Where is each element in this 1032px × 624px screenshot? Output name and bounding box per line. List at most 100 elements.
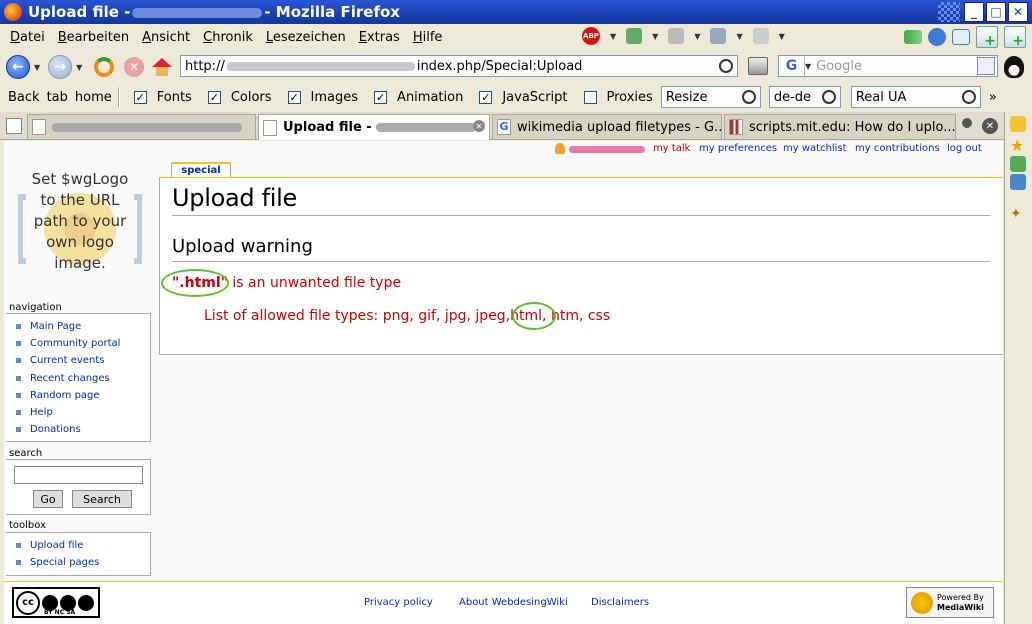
logo-text-line: to the URL — [40, 191, 120, 209]
url-bar[interactable]: http://index.php/Special:Upload — [180, 55, 738, 213]
user-agent-select[interactable]: Real UA — [850, 86, 981, 108]
search-button[interactable]: Search — [72, 490, 132, 508]
dropdown-arrow-icon[interactable]: ▼ — [652, 32, 658, 41]
home-button[interactable] — [152, 58, 173, 76]
images-checkbox[interactable]: ✓ — [287, 90, 301, 104]
log-out-link[interactable]: log out — [947, 143, 982, 154]
menu-bearbeiten[interactable]: Bearbeiten — [58, 30, 129, 45]
minimize-button[interactable]: _ — [964, 2, 984, 22]
menu-datei[interactable]: Datei — [10, 30, 45, 45]
download-icon[interactable] — [1010, 156, 1026, 172]
separator — [117, 87, 120, 107]
forward-dropdown-icon[interactable]: ▼ — [76, 63, 82, 72]
search-heading: search — [9, 448, 43, 459]
tux-icon[interactable] — [1004, 56, 1024, 78]
menu-ansicht[interactable]: Ansicht — [142, 30, 190, 45]
wrench-icon[interactable]: ✦ — [1010, 206, 1026, 222]
dropdown-arrow-icon[interactable]: ▼ — [779, 32, 785, 41]
google-icon[interactable]: G — [779, 56, 805, 76]
addon-icon[interactable] — [626, 28, 643, 44]
tab-link[interactable]: tab — [47, 90, 68, 105]
menu-hilfe[interactable]: Hilfe — [413, 30, 443, 45]
animation-option[interactable]: ✓ Animation — [374, 90, 463, 105]
tab-upload-file[interactable]: Upload file - ✕ — [258, 114, 490, 140]
redacted-username[interactable] — [569, 146, 645, 153]
menu-extras[interactable]: Extras — [359, 30, 400, 45]
star-icon[interactable]: ★ — [1010, 138, 1026, 154]
print-icon[interactable] — [748, 57, 768, 75]
menu-lesezeichen[interactable]: Lesezeichen — [266, 30, 346, 45]
info-icon[interactable] — [928, 28, 946, 46]
tools-icon[interactable] — [752, 28, 769, 44]
mediawiki-badge[interactable]: Powered By MediaWiki — [906, 587, 994, 618]
new-tab-icon[interactable] — [6, 118, 22, 134]
tab-google-search[interactable]: Gwikimedia upload filetypes - G... — [492, 114, 722, 139]
language-select[interactable]: de-de — [768, 86, 841, 108]
fonts-option[interactable]: ✓ Fonts — [133, 90, 192, 105]
javascript-option[interactable]: ✓ JavaScript — [479, 90, 568, 105]
recent-changes-link[interactable]: Recent changes — [30, 373, 110, 384]
addon-disabled-icon[interactable] — [668, 28, 685, 44]
go-button[interactable]: Go — [33, 490, 63, 508]
bookmark-icon[interactable] — [1010, 116, 1026, 132]
sync-icon[interactable] — [904, 30, 922, 44]
site-logo[interactable]: Set $wgLogo to the URL path to your own … — [8, 165, 152, 285]
donations-link[interactable]: Donations — [30, 424, 81, 435]
search-input[interactable]: G ▼ Google — [778, 55, 998, 77]
privacy-policy-link[interactable]: Privacy policy — [364, 597, 433, 608]
resize-select[interactable]: Resize — [660, 86, 761, 108]
community-portal-link[interactable]: Community portal — [30, 338, 120, 349]
main-page-link[interactable]: Main Page — [30, 321, 81, 332]
back-dropdown-icon[interactable]: ▼ — [34, 63, 40, 72]
dropdown-arrow-icon[interactable]: ▼ — [736, 32, 742, 41]
help-link[interactable]: Help — [30, 407, 53, 418]
tab-redacted[interactable] — [27, 114, 256, 139]
window-icon[interactable] — [952, 29, 970, 45]
my-talk-link[interactable]: my talk — [653, 143, 690, 154]
forward-button[interactable]: → — [48, 55, 73, 79]
my-contributions-link[interactable]: my contributions — [855, 143, 940, 154]
adblock-icon[interactable]: ABP — [582, 27, 600, 45]
back-button[interactable]: ← — [6, 55, 30, 79]
my-watchlist-link[interactable]: my watchlist — [783, 143, 847, 154]
tab-scripts-mit[interactable]: scripts.mit.edu: How do I uplo... — [724, 114, 956, 139]
my-preferences-link[interactable]: my preferences — [699, 143, 777, 154]
about-link[interactable]: About WebdesingWiki — [459, 597, 568, 608]
list-tabs-icon[interactable] — [962, 118, 972, 128]
upload-file-link[interactable]: Upload file — [30, 540, 83, 551]
home-link[interactable]: home — [75, 90, 112, 105]
menu-chronik[interactable]: Chronik — [203, 30, 253, 45]
special-pages-link[interactable]: Special pages — [30, 557, 99, 568]
tab-special[interactable]: special — [171, 162, 231, 178]
colors-option[interactable]: ✓ Colors — [207, 90, 272, 105]
close-window-button[interactable]: ✕ — [1008, 2, 1028, 22]
toolbar-overflow-button[interactable]: » — [989, 90, 997, 105]
close-tab-icon[interactable]: ✕ — [982, 118, 998, 134]
proxies-option[interactable]: Proxies — [583, 90, 653, 105]
addons-icon[interactable] — [1010, 174, 1026, 190]
dropdown-arrow-icon[interactable]: ▼ — [694, 32, 700, 41]
current-events-link[interactable]: Current events — [30, 355, 104, 366]
reload-button[interactable] — [94, 57, 115, 77]
colors-checkbox[interactable]: ✓ — [207, 90, 221, 104]
random-page-link[interactable]: Random page — [30, 390, 100, 401]
animation-checkbox[interactable]: ✓ — [374, 90, 388, 104]
dropdown-arrow-icon[interactable]: ▼ — [805, 62, 811, 71]
close-tab-icon[interactable]: ✕ — [473, 120, 485, 132]
javascript-checkbox[interactable]: ✓ — [479, 90, 493, 104]
back-link[interactable]: Back — [8, 90, 40, 105]
images-option[interactable]: ✓ Images — [287, 90, 358, 105]
new-tab-icon[interactable] — [1004, 26, 1026, 49]
search-icon[interactable] — [977, 57, 995, 75]
creative-commons-badge[interactable]: cc BY NC SA — [12, 587, 100, 618]
bookmarks-icon[interactable] — [710, 28, 727, 44]
go-icon[interactable] — [719, 59, 733, 73]
new-window-icon[interactable] — [976, 26, 998, 49]
disclaimers-link[interactable]: Disclaimers — [591, 597, 649, 608]
fonts-checkbox[interactable]: ✓ — [133, 90, 147, 104]
dropdown-arrow-icon[interactable]: ▼ — [610, 32, 616, 41]
proxies-checkbox[interactable] — [583, 90, 597, 104]
wiki-search-input[interactable] — [14, 466, 143, 484]
stop-button[interactable]: ✕ — [124, 57, 145, 77]
maximize-button[interactable]: □ — [986, 2, 1006, 22]
